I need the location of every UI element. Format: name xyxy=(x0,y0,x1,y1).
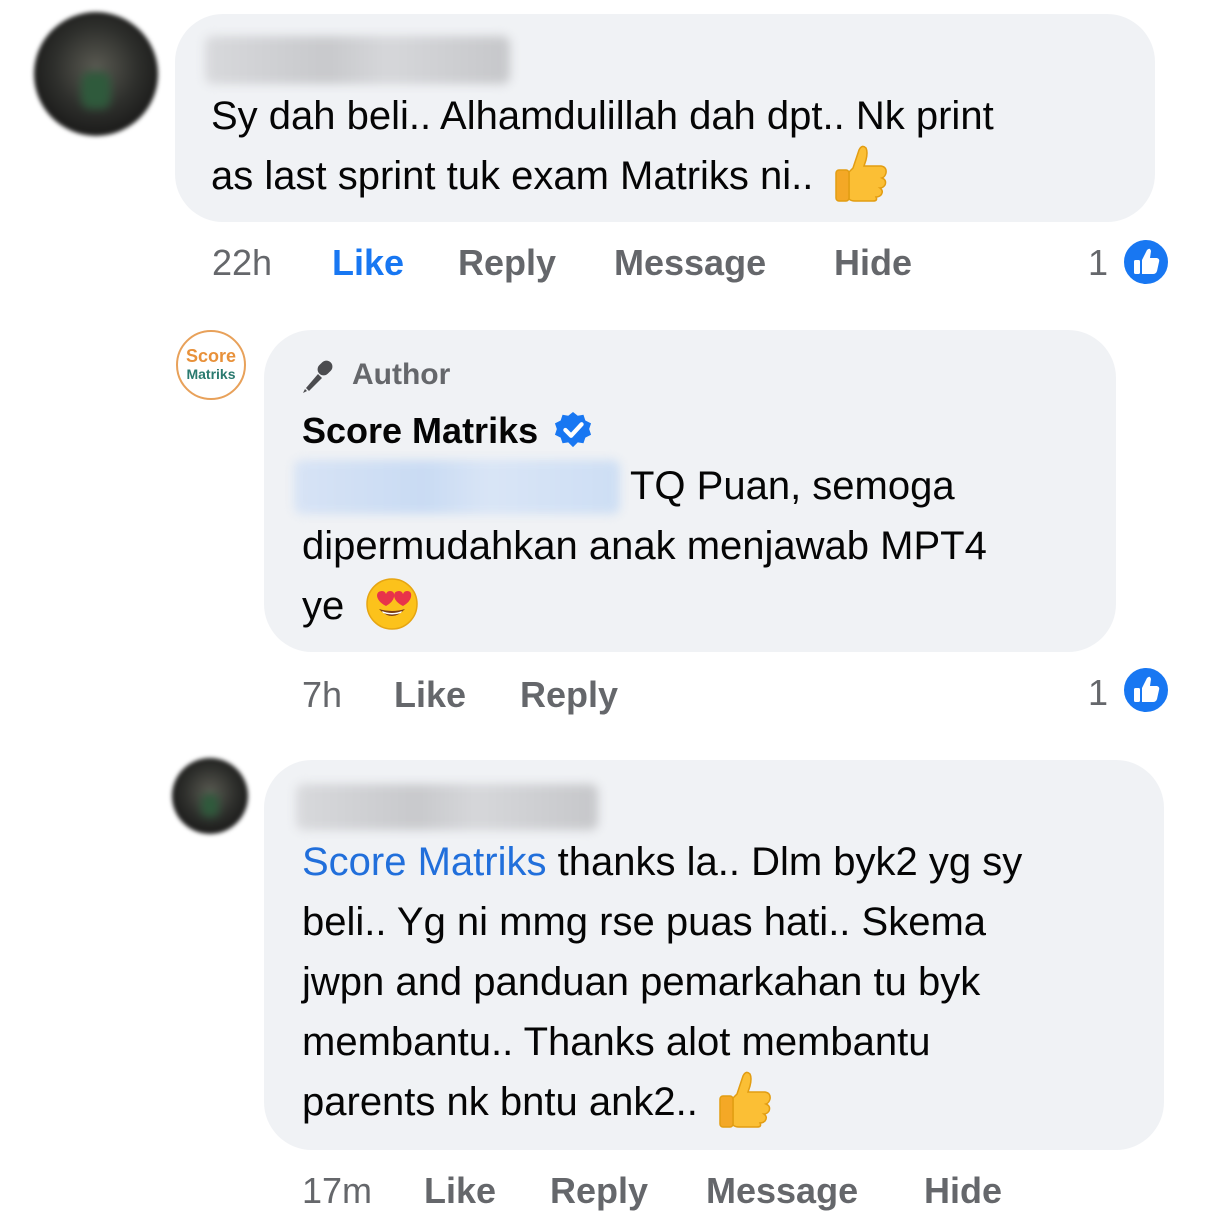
reply-button[interactable]: Reply xyxy=(550,1170,648,1212)
like-button[interactable]: Like xyxy=(424,1170,496,1212)
microphone-icon xyxy=(303,360,333,393)
comment-actions: 22h Like Reply Message Hide xyxy=(212,242,1112,286)
reaction-count[interactable]: 1 xyxy=(1088,672,1108,714)
like-button[interactable]: Like xyxy=(394,674,466,716)
reply-text-line: beli.. Yg ni mmg rse puas hati.. Skema xyxy=(302,900,987,944)
commenter-avatar[interactable] xyxy=(172,758,248,834)
reply-bubble: Author Score Matriks TQ Puan, semoga dip… xyxy=(264,330,1116,652)
heart-eyes-emoji-icon xyxy=(366,578,419,631)
reply-text-line: TQ Puan, semoga xyxy=(630,464,955,508)
reply-timestamp[interactable]: 17m xyxy=(302,1170,372,1212)
hide-button[interactable]: Hide xyxy=(834,242,912,284)
reply-text-line: dipermudahkan anak menjawab MPT4 xyxy=(302,524,987,568)
like-reaction-icon[interactable] xyxy=(1122,666,1170,714)
comment-timestamp[interactable]: 22h xyxy=(212,242,272,284)
mention-link[interactable]: Score Matriks xyxy=(302,840,547,884)
reaction-count[interactable]: 1 xyxy=(1088,242,1108,284)
like-button[interactable]: Like xyxy=(332,242,404,284)
verified-badge-icon xyxy=(555,412,592,448)
commenter-avatar[interactable] xyxy=(34,12,158,136)
thumbs-up-emoji-icon xyxy=(719,1072,771,1129)
commenter-name-redacted[interactable] xyxy=(296,784,598,830)
reply-bubble: Score Matriks thanks la.. Dlm byk2 yg sy… xyxy=(264,760,1164,1150)
thumbs-up-emoji-icon xyxy=(834,146,887,203)
mentioned-name-redacted[interactable] xyxy=(294,460,620,514)
reply-timestamp[interactable]: 7h xyxy=(302,674,342,716)
comment-text-line: Sy dah beli.. Alhamdulillah dah dpt.. Nk… xyxy=(211,94,994,138)
author-badge: Author xyxy=(352,358,451,391)
message-button[interactable]: Message xyxy=(706,1170,858,1212)
reply-text-line: Score Matriks thanks la.. Dlm byk2 yg sy xyxy=(302,840,1023,884)
reply-text-line: membantu.. Thanks alot membantu xyxy=(302,1020,931,1064)
reply-text-line: jwpn and panduan pemarkahan tu byk xyxy=(302,960,981,1004)
author-name[interactable]: Score Matriks xyxy=(302,408,592,454)
reply-actions: 7h Like Reply xyxy=(302,674,802,718)
reply-text-line: parents nk bntu ank2.. xyxy=(302,1072,773,1132)
hide-button[interactable]: Hide xyxy=(924,1170,1002,1212)
comment-bubble: Sy dah beli.. Alhamdulillah dah dpt.. Nk… xyxy=(175,14,1155,222)
page-avatar[interactable]: Score Matriks xyxy=(176,330,246,400)
reply-actions: 17m Like Reply Message Hide xyxy=(302,1170,1102,1214)
page-avatar-logo-text: Score xyxy=(185,346,237,366)
page-avatar-logo-text: Matriks xyxy=(186,366,236,382)
comment-text-line: as last sprint tuk exam Matriks ni.. xyxy=(211,146,889,206)
reply-text-line: ye xyxy=(302,576,419,636)
reply-button[interactable]: Reply xyxy=(458,242,556,284)
message-button[interactable]: Message xyxy=(614,242,766,284)
like-reaction-icon[interactable] xyxy=(1122,238,1170,286)
commenter-name-redacted[interactable] xyxy=(205,36,510,84)
reply-button[interactable]: Reply xyxy=(520,674,618,716)
